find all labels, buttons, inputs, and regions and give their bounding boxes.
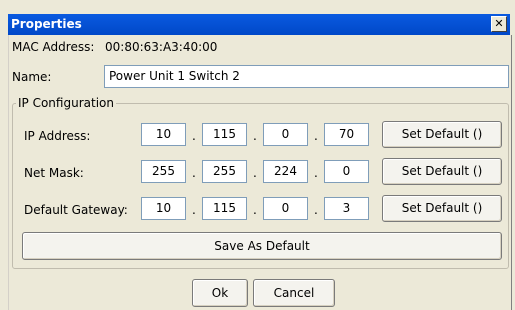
octet-separator: . <box>253 166 257 180</box>
default-gateway-octet-1[interactable]: 10 <box>141 197 186 220</box>
octet-separator: . <box>192 166 196 180</box>
net-mask-octet-3[interactable]: 224 <box>263 160 308 183</box>
default-gateway-octet-4[interactable]: 3 <box>324 197 369 220</box>
default-gateway-label: Default Gateway: <box>24 203 128 217</box>
ip-configuration-legend: IP Configuration <box>16 96 116 110</box>
cancel-button[interactable]: Cancel <box>253 279 335 307</box>
ip-address-octet-2[interactable]: 115 <box>202 123 247 146</box>
ip-address-label: IP Address: <box>24 129 91 143</box>
net-mask-set-default-button[interactable]: Set Default () <box>382 158 502 185</box>
ok-button[interactable]: Ok <box>192 279 248 307</box>
default-gateway-octet-2[interactable]: 115 <box>202 197 247 220</box>
ip-address-set-default-button[interactable]: Set Default () <box>382 121 502 148</box>
net-mask-octet-1[interactable]: 255 <box>141 160 186 183</box>
ip-address-octet-1[interactable]: 10 <box>141 123 186 146</box>
ip-address-octet-4[interactable]: 70 <box>324 123 369 146</box>
net-mask-label: Net Mask: <box>24 166 84 180</box>
mac-address-value: 00:80:63:A3:40:00 <box>105 40 218 54</box>
net-mask-octet-4[interactable]: 0 <box>324 160 369 183</box>
octet-separator: . <box>314 129 318 143</box>
name-label: Name: <box>12 70 52 84</box>
octet-separator: . <box>314 166 318 180</box>
octet-separator: . <box>314 203 318 217</box>
default-gateway-octet-3[interactable]: 0 <box>263 197 308 220</box>
octet-separator: . <box>253 203 257 217</box>
mac-address-label: MAC Address: <box>12 40 95 54</box>
default-gateway-set-default-button[interactable]: Set Default () <box>382 195 502 222</box>
name-field[interactable]: Power Unit 1 Switch 2 <box>104 65 509 88</box>
octet-separator: . <box>253 129 257 143</box>
octet-separator: . <box>192 129 196 143</box>
title-bar[interactable]: Properties ✕ <box>8 14 510 35</box>
window-title: Properties <box>11 17 82 31</box>
octet-separator: . <box>192 203 196 217</box>
net-mask-octet-2[interactable]: 255 <box>202 160 247 183</box>
ip-address-octet-3[interactable]: 0 <box>263 123 308 146</box>
close-icon[interactable]: ✕ <box>491 16 507 32</box>
save-as-default-button[interactable]: Save As Default <box>22 232 502 260</box>
